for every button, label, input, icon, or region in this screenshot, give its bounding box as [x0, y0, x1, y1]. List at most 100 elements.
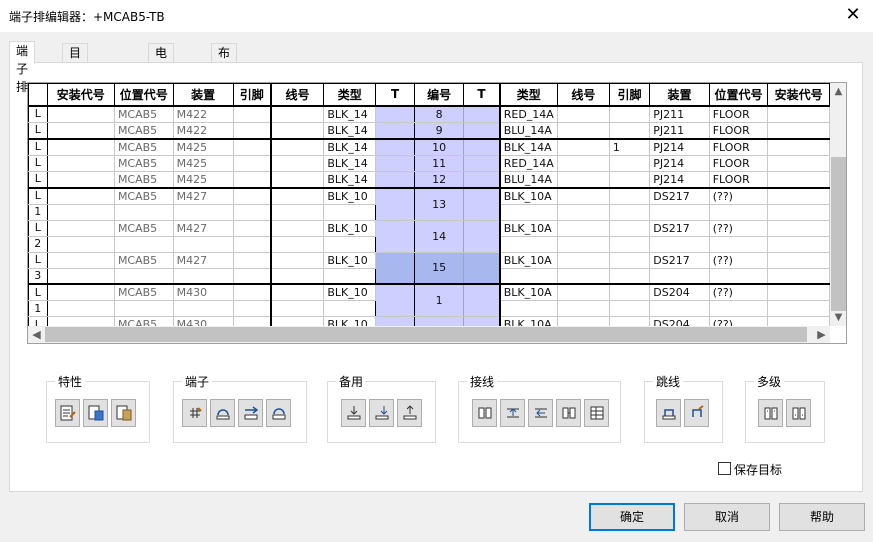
row-index[interactable]: L	[28, 137, 48, 156]
table-cell[interactable]: PJ214	[649, 154, 710, 172]
help-button[interactable]: 帮助	[779, 503, 865, 531]
table-cell[interactable]	[375, 316, 416, 326]
column-header[interactable]: 位置代号	[113, 83, 174, 106]
table-cell[interactable]	[269, 154, 325, 172]
table-cell[interactable]	[649, 267, 710, 285]
table-cell[interactable]: BLK_14	[323, 170, 377, 188]
vertical-scrollbar[interactable]: ▲ ▼	[830, 83, 846, 326]
table-cell[interactable]	[556, 283, 610, 301]
table-cell[interactable]: DS204	[649, 316, 710, 326]
table-cell[interactable]	[232, 121, 272, 139]
table-cell[interactable]	[46, 186, 115, 205]
table-cell[interactable]: DS217	[649, 251, 710, 269]
spare-up-icon[interactable]	[397, 399, 422, 427]
table-cell[interactable]	[46, 267, 115, 285]
table-cell[interactable]	[608, 104, 651, 123]
table-cell[interactable]: BLU_14A	[498, 121, 558, 139]
table-cell[interactable]: (??)	[708, 283, 769, 301]
tab-catalog-assignment[interactable]: 目录代号指定	[62, 43, 89, 150]
table-cell[interactable]	[556, 219, 610, 237]
row-index[interactable]: L	[28, 316, 48, 326]
table-cell[interactable]: MCAB5	[113, 219, 174, 237]
horizontal-scrollbar[interactable]: ◀ ▶	[28, 326, 830, 343]
wire-table-icon[interactable]	[584, 399, 609, 427]
table-cell[interactable]	[608, 154, 651, 172]
table-cell[interactable]	[767, 267, 830, 285]
table-cell[interactable]: BLK_10A	[498, 186, 558, 205]
jumper-edit-icon[interactable]	[684, 399, 709, 427]
column-header[interactable]: 安装代号	[46, 83, 115, 106]
column-header[interactable]: 装置	[649, 83, 710, 106]
terminal-number-cell[interactable]: 2	[414, 316, 465, 326]
table-cell[interactable]	[269, 235, 325, 253]
table-cell[interactable]	[46, 251, 115, 269]
table-cell[interactable]: DS217	[649, 186, 710, 205]
tab-layout-preview[interactable]: 布置预览	[211, 43, 238, 114]
column-header[interactable]: 类型	[498, 83, 558, 106]
table-cell[interactable]	[463, 219, 501, 253]
table-cell[interactable]: BLK_14	[323, 137, 377, 156]
table-cell[interactable]	[608, 300, 651, 317]
table-row[interactable]: L MCAB5 M425 BLK_14 12 BLU_14A PJ214 FLOOR	[28, 170, 830, 188]
table-cell[interactable]	[556, 104, 610, 123]
table-cell[interactable]: BLK_14	[323, 121, 377, 139]
table-cell[interactable]: PJ214	[649, 170, 710, 188]
table-row[interactable]: L MCAB5 M427 BLK_10 14 BLK_10A DS217 (??)	[28, 219, 830, 253]
column-header[interactable]: 引脚	[608, 83, 651, 106]
multilevel-merge-icon[interactable]	[786, 399, 811, 427]
table-cell[interactable]: (??)	[708, 219, 769, 237]
table-cell[interactable]	[608, 219, 651, 237]
table-cell[interactable]	[232, 219, 272, 237]
table-cell[interactable]: 1	[608, 137, 651, 156]
vertical-scroll-thumb[interactable]	[831, 157, 846, 311]
table-cell[interactable]	[498, 235, 558, 253]
table-cell[interactable]: BLK_14A	[498, 137, 558, 156]
table-cell[interactable]: M427	[172, 251, 234, 269]
table-cell[interactable]	[556, 267, 610, 285]
table-cell[interactable]	[46, 219, 115, 237]
table-cell[interactable]: M427	[172, 186, 234, 205]
table-cell[interactable]: M427	[172, 219, 234, 237]
row-index[interactable]: L	[28, 186, 48, 205]
table-cell[interactable]: RED_14A	[498, 104, 558, 123]
table-cell[interactable]	[767, 235, 830, 253]
save-target-box[interactable]	[718, 462, 731, 475]
table-cell[interactable]	[767, 170, 830, 188]
table-cell[interactable]	[269, 219, 325, 237]
table-cell[interactable]: BLU_14A	[498, 170, 558, 188]
column-header[interactable]: T	[375, 83, 416, 106]
row-index[interactable]: 2	[28, 235, 48, 253]
table-cell[interactable]	[172, 235, 234, 253]
table-cell[interactable]	[498, 300, 558, 317]
table-cell[interactable]	[463, 104, 501, 123]
table-cell[interactable]	[649, 300, 710, 317]
column-header[interactable]: 安装代号	[767, 83, 830, 106]
table-cell[interactable]	[232, 170, 272, 188]
table-cell[interactable]	[556, 170, 610, 188]
row-index[interactable]: 3	[28, 267, 48, 285]
scroll-right-icon[interactable]: ▶	[813, 326, 830, 343]
table-cell[interactable]	[767, 137, 830, 156]
table-cell[interactable]	[767, 121, 830, 139]
table-cell[interactable]	[46, 104, 115, 123]
spare-down-right-icon[interactable]	[369, 399, 394, 427]
table-cell[interactable]	[463, 251, 501, 285]
table-cell[interactable]	[767, 251, 830, 269]
table-cell[interactable]	[608, 251, 651, 269]
table-cell[interactable]	[172, 203, 234, 221]
table-cell[interactable]	[375, 186, 416, 221]
table-cell[interactable]	[708, 300, 769, 317]
tab-terminal-strip[interactable]: 端子排	[9, 41, 36, 94]
table-cell[interactable]	[498, 267, 558, 285]
table-cell[interactable]	[767, 300, 830, 317]
terminal-jumper-icon[interactable]	[210, 399, 235, 427]
table-cell[interactable]	[608, 186, 651, 205]
table-cell[interactable]: FLOOR	[708, 121, 769, 139]
table-cell[interactable]: (??)	[708, 251, 769, 269]
wire-connect-icon[interactable]	[472, 399, 497, 427]
table-cell[interactable]	[463, 170, 501, 188]
table-cell[interactable]: PJ211	[649, 121, 710, 139]
table-cell[interactable]	[323, 203, 377, 221]
table-cell[interactable]	[323, 300, 377, 317]
table-cell[interactable]: FLOOR	[708, 154, 769, 172]
